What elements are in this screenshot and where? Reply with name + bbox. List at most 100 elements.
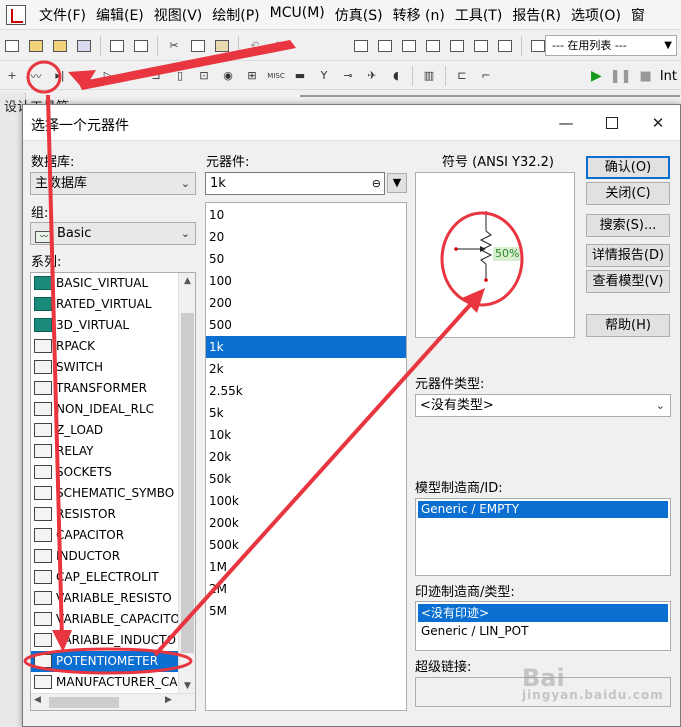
component-type-select[interactable]: <没有类型> ⌄ xyxy=(415,394,671,417)
component-search-input[interactable]: 1k ⊖ xyxy=(205,172,385,195)
family-hscrollbar[interactable]: ◀ ▶ xyxy=(31,693,195,710)
grid-view-icon[interactable] xyxy=(375,36,395,56)
family-item[interactable]: RATED_VIRTUAL xyxy=(31,294,195,315)
component-item[interactable]: 5k xyxy=(206,402,406,424)
diode-icon[interactable]: ▸| xyxy=(50,66,70,86)
rf-icon[interactable]: Y xyxy=(314,66,334,86)
scroll-thumb[interactable] xyxy=(49,697,119,708)
component-item[interactable]: 10k xyxy=(206,424,406,446)
family-item[interactable]: SOCKETS xyxy=(31,462,195,483)
family-item[interactable]: MANUFACTURER_CA xyxy=(31,672,195,693)
search-clear-icon[interactable]: ⊖ xyxy=(372,173,381,194)
paste-icon[interactable] xyxy=(212,36,232,56)
menu-item[interactable]: 转移 (n) xyxy=(388,5,450,25)
group-select[interactable]: 〰 Basic ⌄ xyxy=(30,222,196,245)
family-item[interactable]: VARIABLE_INDUCTO xyxy=(31,630,195,651)
menu-item[interactable]: 报告(R) xyxy=(507,5,566,25)
ok-button[interactable]: 确认(O) xyxy=(586,156,670,179)
menu-item[interactable]: 选项(O) xyxy=(566,5,626,25)
database-manager-icon[interactable] xyxy=(423,36,443,56)
scroll-right-icon[interactable]: ▶ xyxy=(165,695,172,705)
fullscreen-icon[interactable] xyxy=(351,36,371,56)
component-item[interactable]: 200k xyxy=(206,512,406,534)
component-item[interactable]: 10 xyxy=(206,204,406,226)
database-select[interactable]: 主数据库 ⌄ xyxy=(30,172,196,195)
interactive-label[interactable]: Int xyxy=(660,69,677,84)
mixed-icon[interactable]: ⊡ xyxy=(194,66,214,86)
component-item[interactable]: 1M xyxy=(206,556,406,578)
view-model-button[interactable]: 查看模型(V) xyxy=(586,270,670,293)
print-icon[interactable] xyxy=(107,36,127,56)
open-sample-icon[interactable] xyxy=(50,36,70,56)
pause-icon[interactable]: ❚❚ xyxy=(610,69,632,84)
undo-icon[interactable]: ↶ xyxy=(245,36,265,56)
family-item[interactable]: NON_IDEAL_RLC xyxy=(31,399,195,420)
transistor-icon[interactable]: ⊀ xyxy=(74,66,94,86)
scroll-left-icon[interactable]: ◀ xyxy=(34,695,41,705)
family-item[interactable]: CAP_ELECTROLIT xyxy=(31,567,195,588)
scroll-thumb[interactable] xyxy=(181,313,194,653)
cmos-icon[interactable]: ⊐ xyxy=(146,66,166,86)
family-item[interactable]: BASIC_VIRTUAL xyxy=(31,273,195,294)
menu-item[interactable]: 文件(F) xyxy=(34,5,91,25)
component-item[interactable]: 20k xyxy=(206,446,406,468)
misc-icon[interactable]: MISC xyxy=(266,66,286,86)
netlist-icon[interactable] xyxy=(495,36,515,56)
run-icon[interactable]: ▶ xyxy=(591,68,602,84)
redo-icon[interactable]: ↷ xyxy=(269,36,289,56)
advanced-peripheral-icon[interactable]: ▬ xyxy=(290,66,310,86)
component-item[interactable]: 2.55k xyxy=(206,380,406,402)
component-item[interactable]: 100k xyxy=(206,490,406,512)
menu-item[interactable]: 窗 xyxy=(626,5,650,25)
family-item[interactable]: INDUCTOR xyxy=(31,546,195,567)
component-item[interactable]: 5M xyxy=(206,600,406,622)
stop-icon[interactable]: ■ xyxy=(640,69,652,84)
postprocessor-icon[interactable] xyxy=(471,36,491,56)
basic-component-icon[interactable]: 〰 xyxy=(26,66,46,86)
family-item[interactable]: 3D_VIRTUAL xyxy=(31,315,195,336)
grapher-icon[interactable] xyxy=(447,36,467,56)
model-item[interactable]: Generic / EMPTY xyxy=(418,501,668,518)
connector-icon[interactable]: ◖ xyxy=(386,66,406,86)
menu-item[interactable]: 视图(V) xyxy=(149,5,208,25)
component-item[interactable]: 500k xyxy=(206,534,406,556)
new-file-icon[interactable] xyxy=(2,36,22,56)
analog-icon[interactable]: ▷ xyxy=(98,66,118,86)
spreadsheet-icon[interactable] xyxy=(399,36,419,56)
print-preview-icon[interactable] xyxy=(131,36,151,56)
ni-component-icon[interactable]: ✈ xyxy=(362,66,382,86)
family-item[interactable]: Z_LOAD xyxy=(31,420,195,441)
component-item[interactable]: 100 xyxy=(206,270,406,292)
in-use-list-dropdown[interactable]: --- 在用列表 --- ▼ xyxy=(545,35,677,56)
family-item[interactable]: RELAY xyxy=(31,441,195,462)
family-item[interactable]: VARIABLE_RESISTO xyxy=(31,588,195,609)
ttl-icon[interactable]: ⊏ xyxy=(122,66,142,86)
scroll-up-icon[interactable]: ▲ xyxy=(179,273,195,290)
component-item[interactable]: 50 xyxy=(206,248,406,270)
family-item[interactable]: TRANSFORMER xyxy=(31,378,195,399)
family-scrollbar[interactable]: ▲ ▼ xyxy=(178,273,195,695)
save-icon[interactable] xyxy=(74,36,94,56)
mcu-icon[interactable]: ▥ xyxy=(419,66,439,86)
maximize-button[interactable] xyxy=(589,105,635,141)
component-item[interactable]: 20 xyxy=(206,226,406,248)
footprint-item[interactable]: Generic / LIN_POT xyxy=(418,622,668,640)
family-item[interactable]: VARIABLE_CAPACITO xyxy=(31,609,195,630)
menu-item[interactable]: 仿真(S) xyxy=(330,5,388,25)
component-item[interactable]: 2k xyxy=(206,358,406,380)
close-button[interactable]: 关闭(C) xyxy=(586,182,670,205)
family-item[interactable]: RESISTOR xyxy=(31,504,195,525)
open-folder-icon[interactable] xyxy=(26,36,46,56)
component-item[interactable]: 2M xyxy=(206,578,406,600)
source-icon[interactable]: + xyxy=(2,66,22,86)
menu-item[interactable]: 绘制(P) xyxy=(207,5,264,25)
menu-item[interactable]: MCU(M) xyxy=(265,5,330,25)
component-item[interactable]: 50k xyxy=(206,468,406,490)
power-icon[interactable]: ⊞ xyxy=(242,66,262,86)
component-item[interactable]: 500 xyxy=(206,314,406,336)
detail-report-button[interactable]: 详情报告(D) xyxy=(586,244,670,267)
copy-icon[interactable] xyxy=(188,36,208,56)
family-item[interactable]: POTENTIOMETER xyxy=(31,651,195,672)
family-item[interactable]: SCHEMATIC_SYMBO xyxy=(31,483,195,504)
search-button[interactable]: 搜索(S)... xyxy=(586,214,670,237)
